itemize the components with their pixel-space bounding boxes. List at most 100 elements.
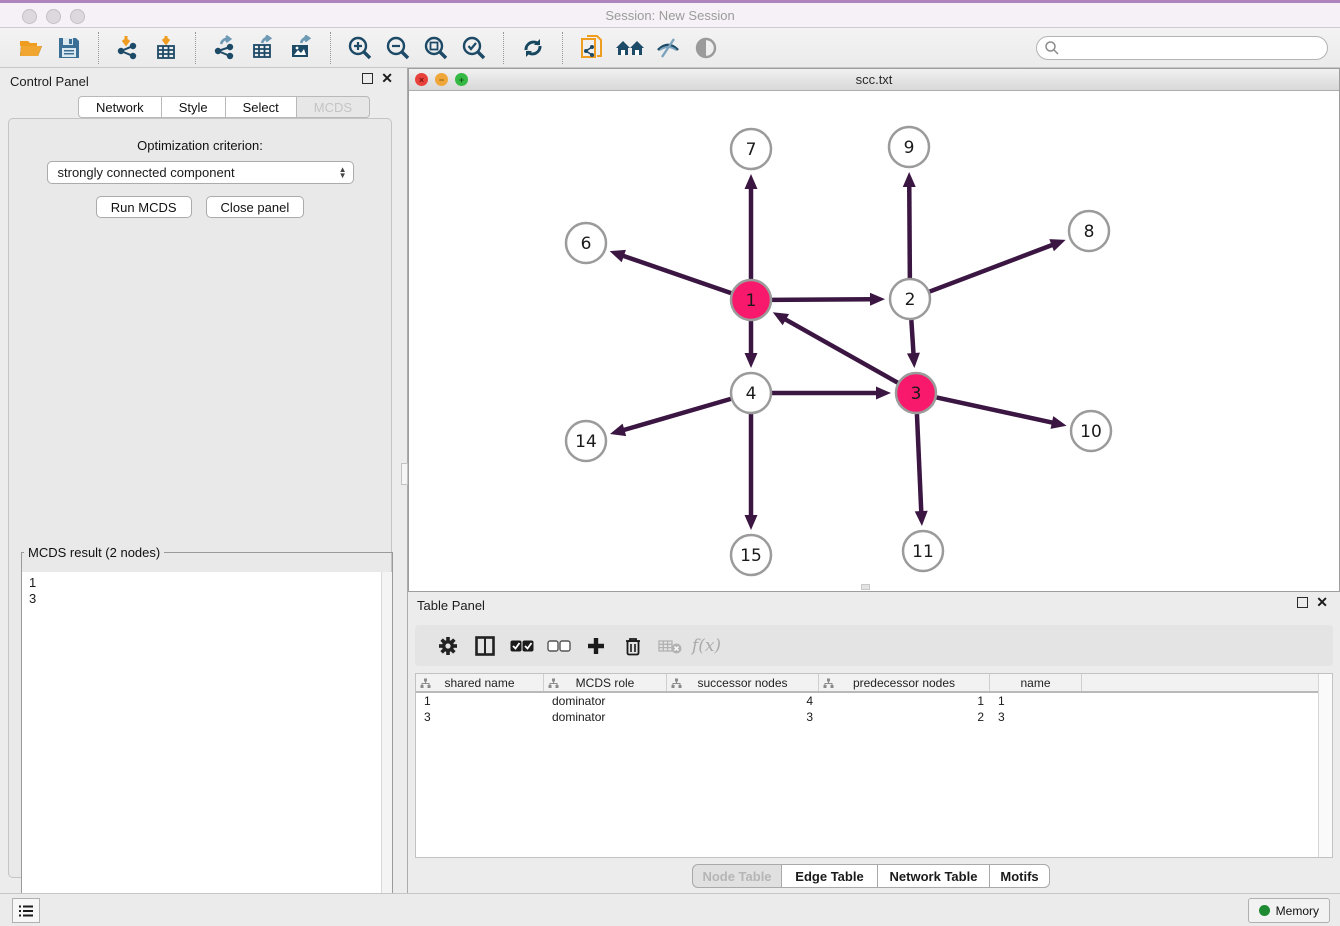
zoom-selected-button[interactable] — [455, 31, 493, 65]
zoom-fit-button[interactable] — [417, 31, 455, 65]
duplicate-network-button[interactable] — [573, 31, 611, 65]
table-options-button[interactable] — [429, 630, 466, 662]
cell-mcds_role[interactable]: dominator — [544, 693, 667, 709]
graph-edge-3-11[interactable] — [915, 414, 928, 526]
column-header-name[interactable]: name — [990, 674, 1082, 691]
import-network-button[interactable] — [109, 31, 147, 65]
cell-shared_name[interactable]: 3 — [416, 709, 544, 725]
tab-edge-table[interactable]: Edge Table — [781, 864, 877, 888]
graph-edge-1-6[interactable] — [610, 250, 732, 293]
zoom-out-button[interactable] — [379, 31, 417, 65]
graph-edge-4-15[interactable] — [745, 414, 758, 530]
graph-edge-1-7[interactable] — [745, 174, 758, 279]
cell-shared_name[interactable]: 1 — [416, 693, 544, 709]
graph-edge-2-8[interactable] — [930, 239, 1066, 291]
canvas-grip-icon[interactable] — [861, 584, 870, 590]
tab-motifs[interactable]: Motifs — [989, 864, 1050, 888]
cell-mcds_role[interactable]: dominator — [544, 709, 667, 725]
export-image-button[interactable] — [282, 31, 320, 65]
graph-edge-3-10[interactable] — [937, 397, 1067, 428]
cell-successor_nodes[interactable]: 3 — [667, 709, 819, 725]
table-scrollbar[interactable] — [1318, 674, 1332, 857]
cell-name[interactable]: 1 — [990, 693, 1082, 709]
optimization-select[interactable]: strongly connected component ▲▼ — [47, 161, 354, 184]
graph-edge-1-4[interactable] — [745, 321, 758, 368]
mcds-panel: Optimization criterion: strongly connect… — [8, 118, 392, 878]
column-header-shared-name[interactable]: shared name — [416, 674, 544, 691]
close-table-panel-icon[interactable]: ✕ — [1316, 597, 1328, 608]
cell-predecessor_nodes[interactable]: 1 — [819, 693, 990, 709]
task-history-button[interactable] — [12, 898, 40, 923]
graph-node-6[interactable]: 6 — [566, 223, 606, 263]
apply-layout-button[interactable] — [514, 31, 552, 65]
cell-successor_nodes[interactable]: 4 — [667, 693, 819, 709]
graph-edge-1-2[interactable] — [772, 293, 885, 306]
graph-node-3[interactable]: 3 — [896, 373, 936, 413]
table-panel-title: Table Panel — [417, 598, 485, 613]
save-session-button[interactable] — [50, 31, 88, 65]
show-hide-button[interactable] — [687, 31, 725, 65]
plus-icon — [586, 636, 606, 656]
graph-node-10[interactable]: 10 — [1071, 411, 1111, 451]
graph-node-2[interactable]: 2 — [890, 279, 930, 319]
export-network-button[interactable] — [206, 31, 244, 65]
tab-select[interactable]: Select — [225, 96, 296, 118]
graph-node-15[interactable]: 15 — [731, 535, 771, 575]
run-mcds-button[interactable]: Run MCDS — [96, 196, 192, 218]
home-icon — [615, 37, 645, 59]
panel-splitter[interactable] — [401, 68, 408, 893]
close-panel-button[interactable]: Close panel — [206, 196, 305, 218]
graph-node-8[interactable]: 8 — [1069, 211, 1109, 251]
home-button[interactable] — [611, 31, 649, 65]
tab-network-table[interactable]: Network Table — [877, 864, 989, 888]
network-window-titlebar[interactable]: × − + scc.txt — [409, 69, 1339, 91]
cell-name[interactable]: 3 — [990, 709, 1082, 725]
search-input[interactable] — [1036, 36, 1328, 60]
float-table-panel-icon[interactable] — [1297, 597, 1308, 608]
tab-mcds[interactable]: MCDS — [296, 96, 370, 118]
graph-edge-3-1[interactable] — [773, 312, 898, 382]
column-header-MCDS-role[interactable]: MCDS role — [544, 674, 667, 691]
open-session-button[interactable] — [12, 31, 50, 65]
graph-edge-4-14[interactable] — [610, 399, 731, 436]
graph-edge-2-3[interactable] — [907, 320, 920, 368]
graph-node-7[interactable]: 7 — [731, 129, 771, 169]
graph-node-11[interactable]: 11 — [903, 531, 943, 571]
add-column-button[interactable] — [577, 630, 614, 662]
column-header-successor-nodes[interactable]: successor nodes — [667, 674, 819, 691]
select-stepper-icon: ▲▼ — [339, 167, 347, 179]
network-canvas[interactable]: 7 9 6 8 1 2 4 3 14 10 15 11 — [409, 91, 1339, 591]
zoom-in-button[interactable] — [341, 31, 379, 65]
tab-node-table[interactable]: Node Table — [692, 864, 781, 888]
delete-column-button[interactable] — [614, 630, 651, 662]
import-table-button[interactable] — [147, 31, 185, 65]
unchecked-boxes-icon — [547, 639, 571, 653]
delete-table-button[interactable] — [651, 630, 688, 662]
node-table[interactable]: shared nameMCDS rolesuccessor nodesprede… — [415, 673, 1333, 858]
show-column-button[interactable] — [466, 630, 503, 662]
unselect-all-columns-button[interactable] — [540, 630, 577, 662]
memory-button[interactable]: Memory — [1248, 898, 1330, 923]
result-scrollbar[interactable] — [381, 572, 392, 921]
tab-network[interactable]: Network — [78, 96, 161, 118]
graph-node-9[interactable]: 9 — [889, 127, 929, 167]
graph-edge-2-9[interactable] — [903, 172, 916, 278]
table-row[interactable]: 1dominator411 — [416, 693, 1332, 709]
export-table-button[interactable] — [244, 31, 282, 65]
table-panel: Table Panel ✕ — [408, 592, 1340, 893]
tab-style[interactable]: Style — [161, 96, 225, 118]
style-preview-button[interactable] — [649, 31, 687, 65]
svg-text:2: 2 — [905, 290, 916, 310]
float-panel-icon[interactable] — [362, 73, 373, 84]
splitter-grip-icon[interactable] — [401, 463, 408, 485]
cell-predecessor_nodes[interactable]: 2 — [819, 709, 990, 725]
column-header-predecessor-nodes[interactable]: predecessor nodes — [819, 674, 990, 691]
table-row[interactable]: 3dominator323 — [416, 709, 1332, 725]
graph-node-14[interactable]: 14 — [566, 421, 606, 461]
select-all-columns-button[interactable] — [503, 630, 540, 662]
close-panel-icon[interactable]: ✕ — [381, 73, 393, 84]
graph-edge-4-3[interactable] — [772, 387, 891, 400]
graph-node-1[interactable]: 1 — [731, 280, 771, 320]
function-builder-button[interactable]: f(x) — [688, 630, 725, 662]
graph-node-4[interactable]: 4 — [731, 373, 771, 413]
